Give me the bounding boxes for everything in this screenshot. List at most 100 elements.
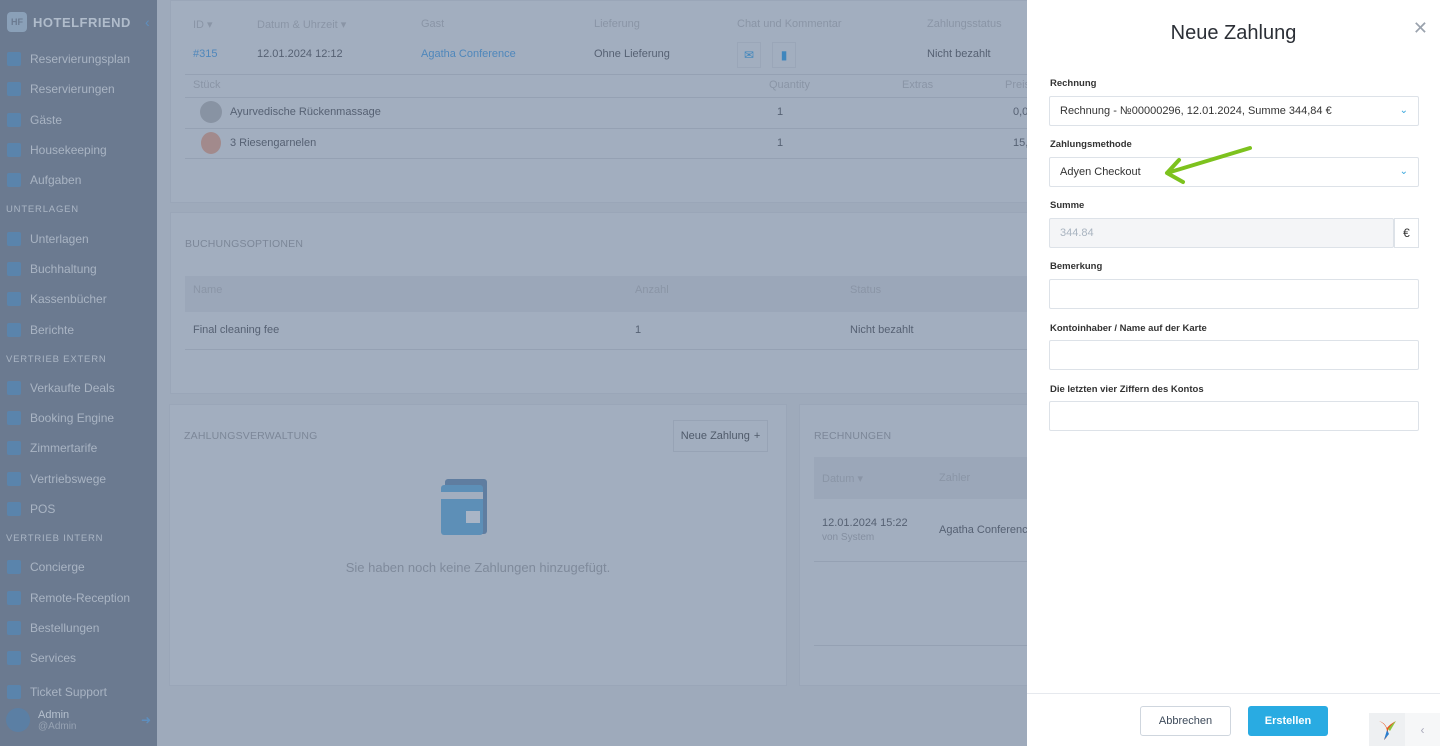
sidebar-item-remote-reception[interactable]: Remote-Reception xyxy=(0,582,157,612)
collapse-sidebar-icon[interactable]: ‹ xyxy=(145,14,150,30)
account-holder-textarea[interactable] xyxy=(1049,340,1419,370)
sidebar-item-services[interactable]: Services xyxy=(0,643,157,673)
item-qty: 1 xyxy=(777,106,784,118)
nav-section-heading: VERTRIEB EXTERN xyxy=(6,353,107,365)
sidebar-item-bestellungen[interactable]: Bestellungen xyxy=(0,613,157,643)
comment-icon[interactable]: ▮ xyxy=(772,42,796,68)
sidebar-item-verkaufte-deals[interactable]: Verkaufte Deals xyxy=(0,373,157,403)
sidebar-item-booking-engine[interactable]: Booking Engine xyxy=(0,403,157,433)
housekeeping-icon xyxy=(7,143,21,158)
invoice-value: Rechnung - №00000296, 12.01.2024, Summe … xyxy=(1060,105,1332,117)
payments-card: ZAHLUNGSVERWALTUNG Neue Zahlung + Sie hab… xyxy=(169,404,787,686)
sidebar-item-label: Kassenbücher xyxy=(30,292,107,307)
sidebar: HF HOTELFRIEND ‹ Reservierungsplan Reserv… xyxy=(0,0,157,746)
vertriebswege-icon xyxy=(7,471,21,486)
sidebar-item-zimmertarife[interactable]: Zimmertarife xyxy=(0,433,157,463)
remark-textarea[interactable] xyxy=(1049,279,1419,309)
invoice-payer: Agatha Conference xyxy=(939,524,1034,536)
section-title: RECHNUNGEN xyxy=(814,430,892,442)
sidebar-item-label: Zimmertarife xyxy=(30,441,98,456)
col-payment-status: Zahlungsstatus xyxy=(927,18,1002,30)
payment-status: Nicht bezahlt xyxy=(927,48,991,60)
col-quantity: Quantity xyxy=(769,79,810,91)
sidebar-item-label: Remote-Reception xyxy=(30,590,131,605)
new-payment-label: Neue Zahlung xyxy=(680,430,750,442)
col-item: Stück xyxy=(193,79,221,91)
ticket-support-icon xyxy=(7,685,21,700)
verkaufte-deals-icon xyxy=(7,380,21,395)
empty-message: Sie haben noch keine Zahlungen hinzugefü… xyxy=(345,560,611,575)
new-payment-panel: Neue Zahlung ✕ Rechnung Rechnung - №0000… xyxy=(1027,0,1440,746)
sidebar-item-label: Gäste xyxy=(30,112,63,127)
user-profile[interactable]: Admin @Admin ➜ xyxy=(6,708,151,732)
section-title: ZAHLUNGSVERWALTUNG xyxy=(184,430,318,442)
sidebar-item-label: POS xyxy=(30,502,56,516)
item-qty: 1 xyxy=(777,137,784,149)
brand-logo[interactable]: HF HOTELFRIEND ‹ xyxy=(0,0,157,44)
col-payer: Zahler xyxy=(939,472,971,484)
sidebar-item-label: Booking Engine xyxy=(30,411,115,426)
sidebar-item-aufgaben[interactable]: Aufgaben xyxy=(0,165,157,195)
guest-link[interactable]: Agatha Conference xyxy=(421,48,516,60)
unterlagen-icon xyxy=(7,231,21,246)
order-card: ID ▾ Datum & Uhrzeit ▾ Gast Lieferung Ch… xyxy=(170,0,1041,203)
sidebar-item-unterlagen[interactable]: Unterlagen xyxy=(0,223,157,253)
sidebar-item-concierge[interactable]: Concierge xyxy=(0,552,157,582)
sidebar-item-buchhaltung[interactable]: Buchhaltung xyxy=(0,254,157,284)
order-id-link[interactable]: #315 xyxy=(193,48,217,60)
item-thumbnail xyxy=(201,132,221,154)
sidebar-item-reservierungsplan[interactable]: Reservierungsplan xyxy=(0,44,157,74)
sidebar-item-pos[interactable]: POS xyxy=(0,494,157,524)
reservierungen-icon xyxy=(7,82,21,97)
sidebar-item-reservierungen[interactable]: Reservierungen xyxy=(0,74,157,104)
col-count: Anzahl xyxy=(635,284,669,296)
nav-section-heading: VERTRIEB INTERN xyxy=(6,533,104,545)
sidebar-item-label: Vertriebswege xyxy=(30,471,107,486)
col-chat: Chat und Kommentar xyxy=(737,18,842,30)
item-name: 3 Riesengarnelen xyxy=(230,137,317,149)
services-icon xyxy=(7,651,21,666)
sidebar-item-label: Services xyxy=(30,651,77,666)
credit-card-icon xyxy=(441,479,515,535)
annotation-arrow-icon xyxy=(1165,146,1252,184)
currency-addon: € xyxy=(1394,218,1419,248)
nav-section-heading: UNTERLAGEN xyxy=(6,204,79,216)
item-thumbnail xyxy=(200,101,222,123)
user-name: Admin xyxy=(38,708,70,721)
amount-label: Summe xyxy=(1050,200,1085,211)
col-date[interactable]: Datum & Uhrzeit ▾ xyxy=(257,18,346,31)
amount-input[interactable]: 344.84 xyxy=(1049,218,1394,248)
close-icon[interactable]: ✕ xyxy=(1413,18,1428,39)
create-button[interactable]: Erstellen xyxy=(1248,706,1328,736)
col-date[interactable]: Datum ▾ xyxy=(822,472,863,485)
cancel-button[interactable]: Abbrechen xyxy=(1140,706,1231,736)
logout-icon[interactable]: ➜ xyxy=(141,713,151,727)
sidebar-item-gäste[interactable]: Gäste xyxy=(0,105,157,135)
sidebar-item-label: Reservierungen xyxy=(30,82,115,97)
payment-method-value: Adyen Checkout xyxy=(1060,166,1141,178)
last-four-digits-label: Die letzten vier Ziffern des Kontos xyxy=(1050,384,1204,395)
sidebar-item-ticket-support[interactable]: Ticket Support xyxy=(0,677,157,707)
option-count: 1 xyxy=(635,324,642,336)
yii-debug-icon[interactable] xyxy=(1369,713,1405,746)
remote-reception-icon xyxy=(7,590,21,605)
invoice-select[interactable]: Rechnung - №00000296, 12.01.2024, Summe … xyxy=(1049,96,1419,126)
sidebar-item-label: Aufgaben xyxy=(30,173,82,188)
sidebar-item-kassenbücher[interactable]: Kassenbücher xyxy=(0,284,157,314)
bestellungen-icon xyxy=(7,620,21,635)
sidebar-item-label: Verkaufte Deals xyxy=(30,380,115,395)
last-four-digits-textarea[interactable] xyxy=(1049,401,1419,431)
new-payment-button[interactable]: Neue Zahlung + xyxy=(673,420,768,452)
col-id[interactable]: ID ▾ xyxy=(193,18,213,31)
option-name: Final cleaning fee xyxy=(193,324,280,336)
chevron-left-icon[interactable]: ‹ xyxy=(1405,713,1440,746)
invoice-label: Rechnung xyxy=(1050,78,1097,89)
sidebar-item-label: Bestellungen xyxy=(30,620,100,635)
sidebar-item-berichte[interactable]: Berichte xyxy=(0,314,157,344)
chat-icon[interactable]: ✉ xyxy=(737,42,761,68)
sidebar-item-label: Ticket Support xyxy=(30,685,107,700)
sidebar-item-vertriebswege[interactable]: Vertriebswege xyxy=(0,464,157,494)
sidebar-item-label: Housekeeping xyxy=(30,143,107,158)
sidebar-item-housekeeping[interactable]: Housekeeping xyxy=(0,135,157,165)
order-date: 12.01.2024 12:12 xyxy=(257,48,343,60)
